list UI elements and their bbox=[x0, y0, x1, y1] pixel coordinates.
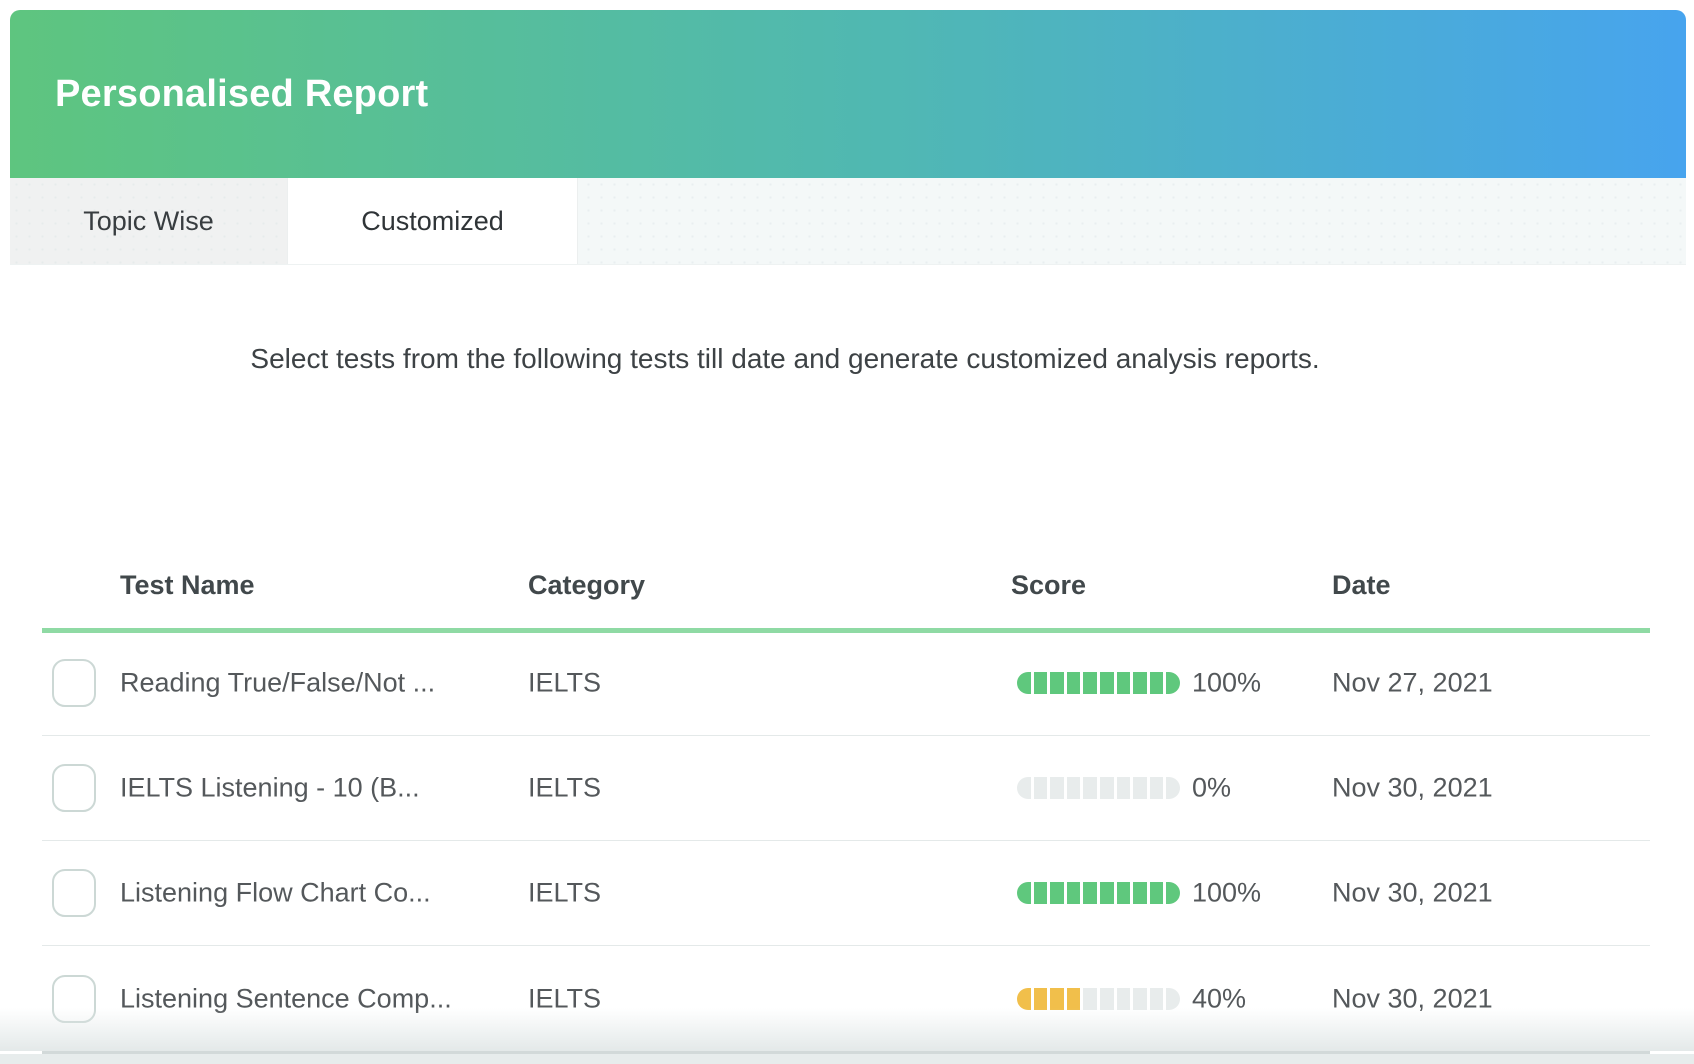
score-bar-segment bbox=[1150, 777, 1164, 799]
score-bar-segment bbox=[1067, 988, 1081, 1010]
score-percent: 100% bbox=[1192, 878, 1261, 909]
score-bar-segment bbox=[1133, 882, 1147, 904]
table-rows: Reading True/False/Not ... IELTS 100% Nov 2… bbox=[0, 0, 1694, 1064]
test-date: Nov 30, 2021 bbox=[1332, 983, 1493, 1014]
score-bar-segment bbox=[1133, 988, 1147, 1010]
row-checkbox[interactable] bbox=[52, 869, 96, 917]
row-checkbox[interactable] bbox=[52, 764, 96, 812]
test-name: Listening Flow Chart Co... bbox=[120, 878, 431, 909]
score-bar-segment bbox=[1067, 882, 1081, 904]
score-bar-segment bbox=[1083, 777, 1097, 799]
score-bar-segment bbox=[1150, 672, 1164, 694]
score-bar-segment bbox=[1117, 882, 1131, 904]
test-date: Nov 30, 2021 bbox=[1332, 773, 1493, 804]
score-bar-segment bbox=[1117, 672, 1131, 694]
score-bar bbox=[1017, 777, 1180, 799]
score-bar-segment bbox=[1166, 882, 1180, 904]
score-bar-segment bbox=[1117, 777, 1131, 799]
score-bar-segment bbox=[1067, 777, 1081, 799]
score-bar-segment bbox=[1034, 777, 1048, 799]
score-bar-segment bbox=[1050, 777, 1064, 799]
test-name: Listening Sentence Comp... bbox=[120, 983, 452, 1014]
score-bar-segment bbox=[1034, 672, 1048, 694]
score-bar-segment bbox=[1017, 672, 1031, 694]
score-bar-segment bbox=[1100, 777, 1114, 799]
test-category: IELTS bbox=[528, 983, 601, 1014]
score-bar-segment bbox=[1133, 672, 1147, 694]
test-category: IELTS bbox=[528, 773, 601, 804]
score-percent: 100% bbox=[1192, 668, 1261, 699]
score-bar-segment bbox=[1100, 882, 1114, 904]
score-bar-segment bbox=[1166, 988, 1180, 1010]
test-name: Reading True/False/Not ... bbox=[120, 668, 435, 699]
test-category: IELTS bbox=[528, 668, 601, 699]
test-name: IELTS Listening - 10 (B... bbox=[120, 773, 420, 804]
score-bar-segment bbox=[1067, 672, 1081, 694]
score-bar-segment bbox=[1133, 777, 1147, 799]
score-bar-segment bbox=[1150, 988, 1164, 1010]
test-category: IELTS bbox=[528, 878, 601, 909]
score-bar-segment bbox=[1117, 988, 1131, 1010]
score-bar-segment bbox=[1083, 988, 1097, 1010]
score-bar-segment bbox=[1050, 672, 1064, 694]
test-date: Nov 30, 2021 bbox=[1332, 878, 1493, 909]
score-bar-segment bbox=[1034, 988, 1048, 1010]
score-bar-segment bbox=[1100, 672, 1114, 694]
table-row: IELTS Listening - 10 (B... IELTS 0% Nov 30,… bbox=[42, 736, 1650, 841]
row-checkbox[interactable] bbox=[52, 659, 96, 707]
table-row: Reading True/False/Not ... IELTS 100% Nov 2… bbox=[42, 631, 1650, 736]
score-bar-segment bbox=[1034, 882, 1048, 904]
bottom-band bbox=[0, 1054, 1694, 1064]
row-checkbox[interactable] bbox=[52, 975, 96, 1023]
score-bar-segment bbox=[1150, 882, 1164, 904]
score-bar-segment bbox=[1017, 777, 1031, 799]
score-bar-segment bbox=[1083, 672, 1097, 694]
score-bar-segment bbox=[1050, 882, 1064, 904]
table-row: Listening Sentence Comp... IELTS 40% Nov 30… bbox=[42, 946, 1650, 1051]
test-date: Nov 27, 2021 bbox=[1332, 668, 1493, 699]
score-bar-segment bbox=[1083, 882, 1097, 904]
score-bar-segment bbox=[1050, 988, 1064, 1010]
score-bar bbox=[1017, 882, 1180, 904]
score-bar-segment bbox=[1100, 988, 1114, 1010]
score-bar bbox=[1017, 672, 1180, 694]
table-row: Listening Flow Chart Co... IELTS 100% Nov 3… bbox=[42, 841, 1650, 946]
score-bar bbox=[1017, 988, 1180, 1010]
score-bar-segment bbox=[1166, 672, 1180, 694]
score-bar-segment bbox=[1017, 988, 1031, 1010]
score-bar-segment bbox=[1017, 882, 1031, 904]
score-percent: 40% bbox=[1192, 983, 1246, 1014]
personalised-report-page: Personalised Report Topic Wise Customize… bbox=[0, 0, 1694, 1064]
score-percent: 0% bbox=[1192, 773, 1231, 804]
score-bar-segment bbox=[1166, 777, 1180, 799]
